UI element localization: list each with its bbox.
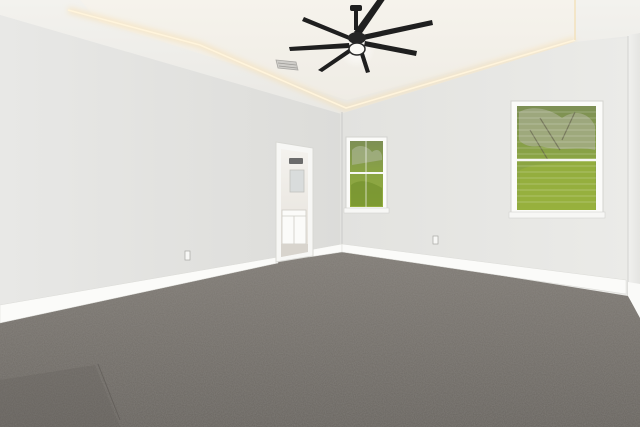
room-scene (0, 0, 640, 427)
fan-motor-housing (348, 32, 366, 44)
window-right-sill (508, 211, 606, 219)
bathroom-light-fixture (289, 158, 303, 164)
outlet-left-wall (184, 250, 191, 261)
window-left (343, 136, 390, 214)
window-left-sill (343, 207, 390, 214)
window-right (508, 100, 606, 219)
right-wall (628, 33, 640, 318)
fan-canopy (350, 5, 362, 11)
outlet-back-wall (432, 235, 439, 245)
fan-light-bulb (348, 42, 366, 56)
bathroom-mirror (289, 169, 305, 193)
bathroom-doorway (275, 141, 314, 263)
